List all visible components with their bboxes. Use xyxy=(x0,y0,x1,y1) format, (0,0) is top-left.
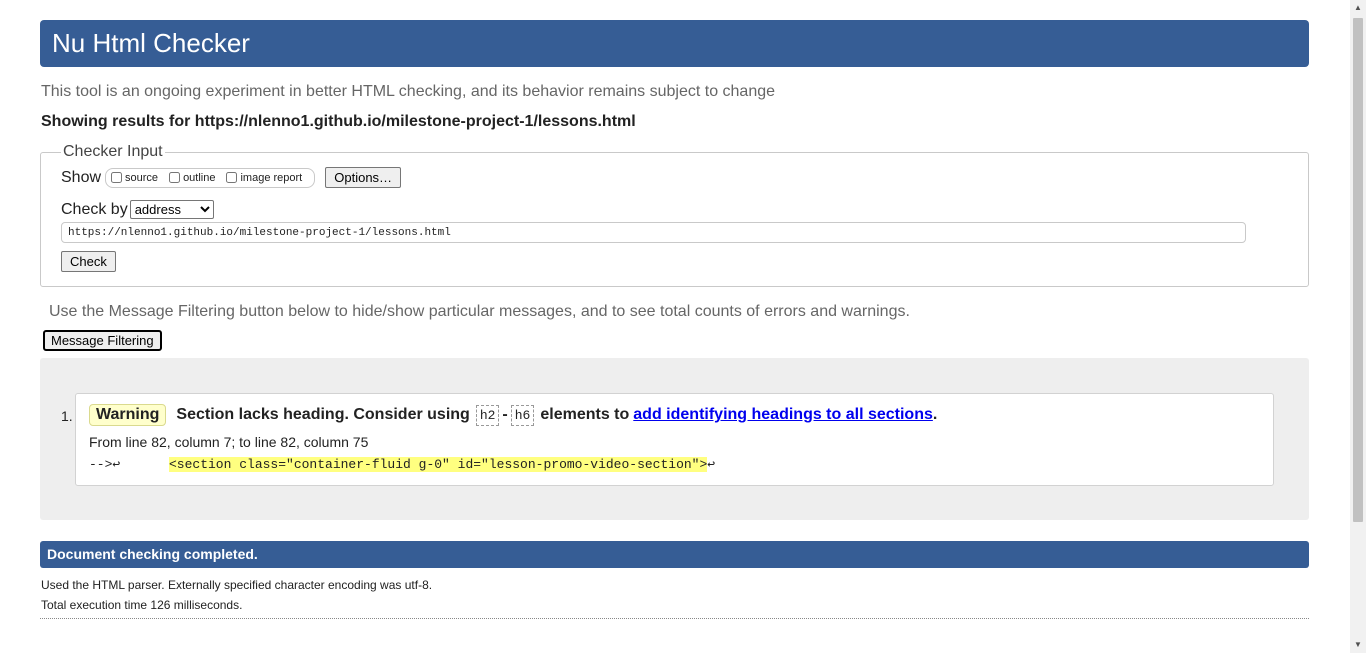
show-image-report-option[interactable]: image report xyxy=(223,172,302,184)
show-options-group: source outline image report xyxy=(105,167,316,188)
checker-input-legend: Checker Input xyxy=(63,143,163,160)
headings-help-link[interactable]: add identifying headings to all sections xyxy=(633,406,933,424)
intro-text: This tool is an ongoing experiment in be… xyxy=(41,83,776,100)
execution-time-line: Total execution time 126 milliseconds. xyxy=(41,598,243,612)
show-source-option[interactable]: source xyxy=(108,172,158,184)
message-end: . xyxy=(932,406,938,423)
message-filtering-button[interactable]: Message Filtering xyxy=(43,330,162,351)
check-by-select[interactable]: address xyxy=(129,200,214,219)
message-text: Section lacks heading. Consider using xyxy=(176,406,470,423)
check-by-row: Check by address xyxy=(61,200,1288,219)
url-input[interactable] xyxy=(61,222,1246,243)
show-source-label: source xyxy=(125,171,159,184)
parser-info-line: Used the HTML parser. Externally specifi… xyxy=(41,578,433,592)
extract-prefix: -->↩ xyxy=(89,457,121,472)
show-row: Show source outline image report Options… xyxy=(61,167,1288,188)
show-image-report-checkbox[interactable] xyxy=(226,172,238,183)
code-tag-h2: h2 xyxy=(475,404,500,426)
filter-note: Use the Message Filtering button below t… xyxy=(49,303,910,320)
divider xyxy=(40,618,1309,619)
extract-highlight: <section class="container-fluid g-0" id=… xyxy=(169,457,708,472)
show-outline-label: outline xyxy=(183,171,216,184)
show-outline-checkbox[interactable] xyxy=(169,172,181,183)
page-title: Nu Html Checker xyxy=(40,20,1309,67)
message-text-2: elements to xyxy=(540,406,630,423)
scrollbar-thumb[interactable] xyxy=(1353,18,1363,522)
checker-page: Nu Html Checker This tool is an ongoing … xyxy=(40,20,1309,619)
checker-input-fieldset: Checker Input Show source outline image … xyxy=(40,143,1309,287)
completed-banner: Document checking completed. xyxy=(40,541,1309,568)
show-outline-option[interactable]: outline xyxy=(166,172,215,184)
vertical-scrollbar[interactable]: ▲ ▼ xyxy=(1350,0,1366,653)
code-extract: -->↩ <section class="container-fluid g-0… xyxy=(89,457,1260,472)
showing-results-text: Showing results for https://nlenno1.gith… xyxy=(41,113,636,130)
show-source-checkbox[interactable] xyxy=(111,172,123,183)
message-line: Warning Section lacks heading. Consider … xyxy=(89,404,1260,426)
scroll-down-icon[interactable]: ▼ xyxy=(1350,637,1366,653)
tag-range-dash: - xyxy=(502,406,508,423)
extract-suffix: ↩ xyxy=(707,457,716,472)
check-by-label: Check by xyxy=(61,200,128,218)
show-label: Show xyxy=(61,168,102,186)
code-tag-h6: h6 xyxy=(510,404,535,426)
scroll-up-icon[interactable]: ▲ xyxy=(1350,0,1366,16)
show-image-report-label: image report xyxy=(240,171,303,184)
parser-info: Used the HTML parser. Externally specifi… xyxy=(40,575,1309,615)
options-button[interactable]: Options… xyxy=(325,167,402,188)
message-location: From line 82, column 7; to line 82, colu… xyxy=(89,434,369,450)
results-panel: 1. Warning Section lacks heading. Consid… xyxy=(40,358,1309,520)
message-number: 1. xyxy=(61,408,73,424)
warning-message: Warning Section lacks heading. Consider … xyxy=(75,393,1274,486)
warning-badge: Warning xyxy=(89,404,167,426)
check-button[interactable]: Check xyxy=(61,251,116,272)
